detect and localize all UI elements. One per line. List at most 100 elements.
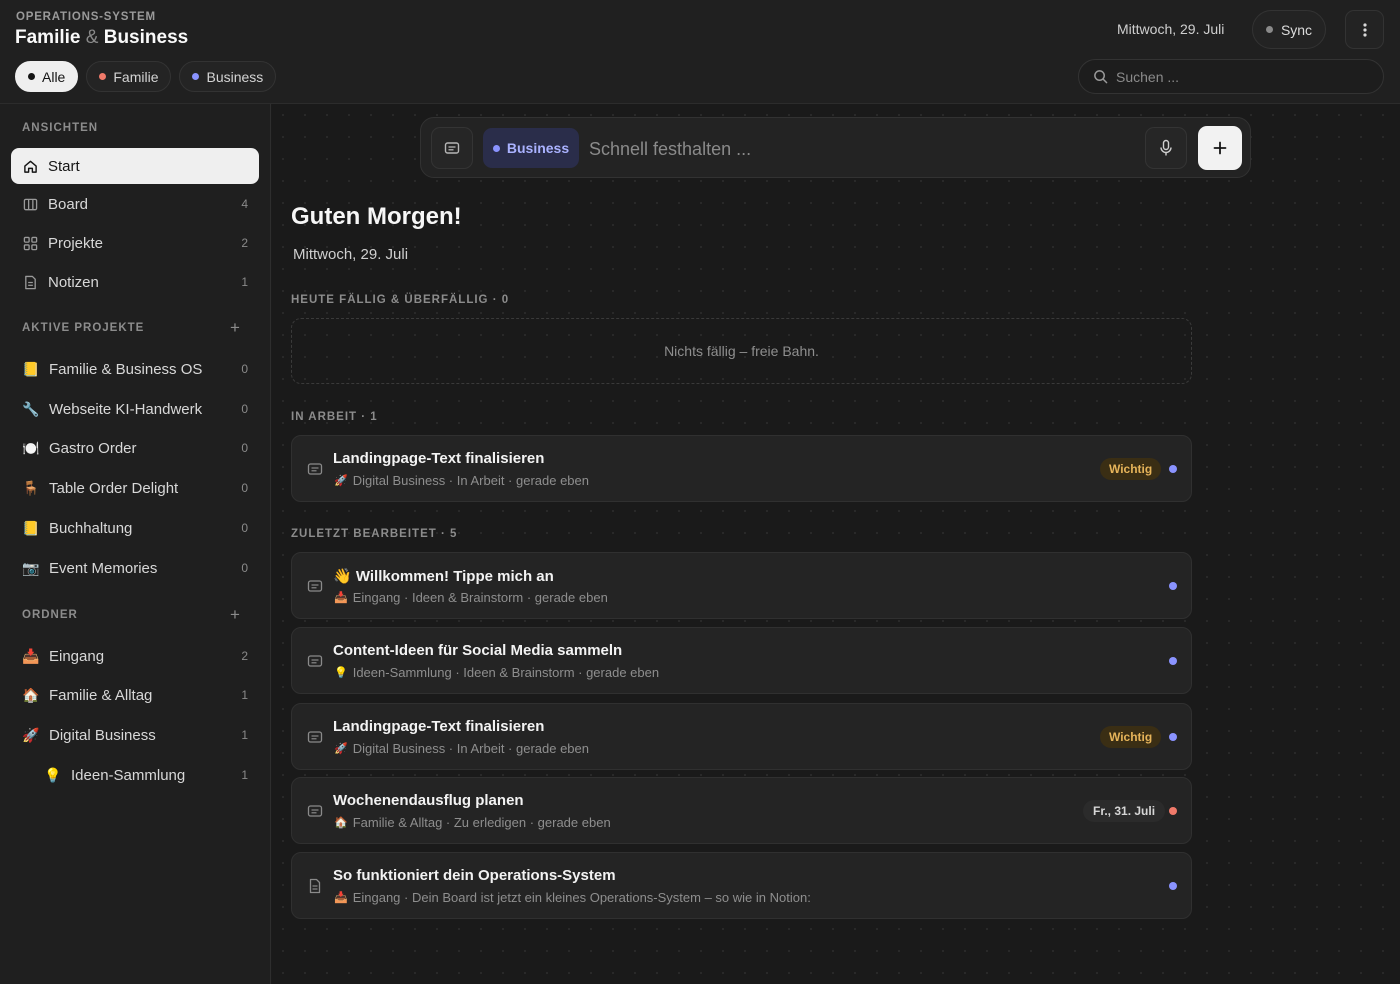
note-icon <box>307 580 323 592</box>
task-card[interactable]: Content-Ideen für Social Media sammeln 💡… <box>291 627 1192 694</box>
sidebar-item-count: 1 <box>241 275 248 289</box>
more-vertical-icon <box>1362 22 1367 37</box>
sidebar-item-board[interactable]: Board 4 <box>11 186 259 222</box>
task-card[interactable]: Landingpage-Text finalisieren 🚀 Digital … <box>291 435 1192 502</box>
work-section-heading: IN ARBEIT · 1 <box>291 411 378 423</box>
work-heading-count: · 1 <box>361 411 378 423</box>
sidebar-folder-ideen-sammlung[interactable]: 💡 Ideen-Sammlung 1 <box>11 757 259 793</box>
sidebar-item-start[interactable]: Start <box>11 148 259 184</box>
inbox-icon: 📥 <box>334 592 348 604</box>
header-date: Mittwoch, 29. Juli <box>1117 21 1225 37</box>
capture-type-button[interactable] <box>431 127 473 169</box>
sidebar-item-notizen[interactable]: Notizen 1 <box>11 264 259 300</box>
recent-heading-label: ZULETZT BEARBEITET <box>291 528 437 540</box>
sidebar-project-familie-business-os[interactable]: 📒 Familie & Business OS 0 <box>11 351 259 387</box>
task-card[interactable]: So funktioniert dein Operations-System 📥… <box>291 852 1192 919</box>
task-card[interactable]: 👋 Willkommen! Tippe mich an 📥 Eingang · … <box>291 552 1192 619</box>
chip-label: Alle <box>42 68 66 85</box>
sidebar: ANSICHTEN Start Board 4 Projekte 2 Notiz… <box>0 104 271 984</box>
tag-dot <box>492 144 500 152</box>
task-meta: 🚀 Digital Business · In Arbeit · gerade … <box>334 741 589 756</box>
sidebar-item-label: Familie & Business OS <box>49 360 203 378</box>
search-field[interactable] <box>1078 59 1384 94</box>
sidebar-item-label: Event Memories <box>49 559 158 577</box>
house-icon: 🏠 <box>22 686 40 703</box>
quick-capture-input[interactable] <box>589 136 1129 162</box>
notebook-icon: 📒 <box>22 519 40 536</box>
sidebar-item-count: 1 <box>241 688 248 702</box>
add-project-button[interactable]: + <box>230 318 240 338</box>
due-section-heading: HEUTE FÄLLIG & ÜBERFÄLLIG · 0 <box>291 294 509 306</box>
area-dot <box>1169 807 1177 815</box>
sidebar-project-buchhaltung[interactable]: 📒 Buchhaltung 0 <box>11 510 259 546</box>
document-icon <box>309 878 321 894</box>
inbox-icon: 📥 <box>22 647 40 664</box>
recent-section-heading: ZULETZT BEARBEITET · 5 <box>291 528 457 540</box>
task-meta: 🚀 Digital Business · In Arbeit · gerade … <box>334 473 589 488</box>
sidebar-project-webseite-ki-handwerk[interactable]: 🔧 Webseite KI-Handwerk 0 <box>11 391 259 427</box>
task-meta-text: Eingang · Ideen & Brainstorm · gerade eb… <box>352 590 608 605</box>
app-title-amp: & <box>85 27 99 48</box>
task-meta: 📥 Eingang · Dein Board ist jetzt ein kle… <box>334 890 811 905</box>
more-menu-button[interactable] <box>1345 10 1384 49</box>
voice-input-button[interactable] <box>1145 127 1187 169</box>
sidebar-folder-digital-business[interactable]: 🚀 Digital Business 1 <box>11 717 259 753</box>
task-card[interactable]: Landingpage-Text finalisieren 🚀 Digital … <box>291 703 1192 770</box>
sidebar-project-gastro-order[interactable]: 🍽️ Gastro Order 0 <box>11 430 259 466</box>
note-icon <box>307 805 323 817</box>
capture-area-tag[interactable]: Business <box>483 128 579 168</box>
filter-chip-alle[interactable]: Alle <box>15 61 79 92</box>
sync-status-dot <box>1265 26 1273 33</box>
sidebar-item-label: Board <box>48 195 89 213</box>
sync-button[interactable]: Sync <box>1252 10 1326 49</box>
quick-capture-bar: Business <box>420 117 1251 178</box>
camera-icon: 📷 <box>22 559 40 576</box>
note-icon <box>444 142 460 154</box>
rocket-icon: 🚀 <box>334 743 348 755</box>
note-icon <box>307 463 323 475</box>
filter-chip-business[interactable]: Business <box>179 61 277 92</box>
sidebar-item-label: Eingang <box>49 647 105 665</box>
add-entry-button[interactable] <box>1198 126 1242 170</box>
sidebar-project-event-memories[interactable]: 📷 Event Memories 0 <box>11 550 259 586</box>
app-title-part-a: Familie <box>15 27 81 48</box>
task-title: So funktioniert dein Operations-System <box>333 867 616 884</box>
task-title: 👋 Willkommen! Tippe mich an <box>333 568 554 585</box>
sidebar-item-count: 0 <box>241 561 248 575</box>
area-dot <box>1169 465 1177 473</box>
sidebar-item-label: Buchhaltung <box>49 519 133 537</box>
sidebar-project-table-order-delight[interactable]: 🪑 Table Order Delight 0 <box>11 470 259 506</box>
sidebar-folder-eingang[interactable]: 📥 Eingang 2 <box>11 638 259 674</box>
task-meta: 💡 Ideen-Sammlung · Ideen & Brainstorm · … <box>334 665 659 680</box>
greeting-title: Guten Morgen! <box>291 203 462 230</box>
sidebar-item-label: Table Order Delight <box>49 479 179 497</box>
sidebar-item-label: Gastro Order <box>49 439 137 457</box>
chair-icon: 🪑 <box>22 479 40 496</box>
work-heading-label: IN ARBEIT <box>291 411 358 423</box>
sidebar-folder-familie-alltag[interactable]: 🏠 Familie & Alltag 1 <box>11 677 259 713</box>
search-input[interactable] <box>1116 68 1356 85</box>
sidebar-item-count: 1 <box>241 728 248 742</box>
board-icon <box>22 196 38 212</box>
sync-label: Sync <box>1280 21 1313 38</box>
sidebar-item-count: 2 <box>241 236 248 250</box>
priority-badge: Wichtig <box>1100 726 1162 748</box>
task-meta: 🏠 Familie & Alltag · Zu erledigen · gera… <box>334 815 611 830</box>
task-title: Content-Ideen für Social Media sammeln <box>333 642 623 659</box>
add-folder-button[interactable]: + <box>230 605 240 625</box>
house-icon: 🏠 <box>334 817 348 829</box>
rocket-icon: 🚀 <box>334 475 348 487</box>
note-icon <box>307 731 323 743</box>
app-kicker: OPERATIONS-SYSTEM <box>16 11 156 23</box>
rocket-icon: 🚀 <box>22 726 40 743</box>
lightbulb-icon: 💡 <box>334 667 348 679</box>
due-date-badge: Fr., 31. Juli <box>1083 800 1166 822</box>
sidebar-item-count: 2 <box>241 649 248 663</box>
sidebar-item-count: 4 <box>241 197 248 211</box>
area-dot <box>1169 733 1177 741</box>
sidebar-item-projekte[interactable]: Projekte 2 <box>11 225 259 261</box>
inbox-icon: 📥 <box>334 892 348 904</box>
filter-chip-familie[interactable]: Familie <box>86 61 172 92</box>
sidebar-item-count: 1 <box>241 768 248 782</box>
task-card[interactable]: Wochenendausflug planen 🏠 Familie & Allt… <box>291 777 1192 844</box>
